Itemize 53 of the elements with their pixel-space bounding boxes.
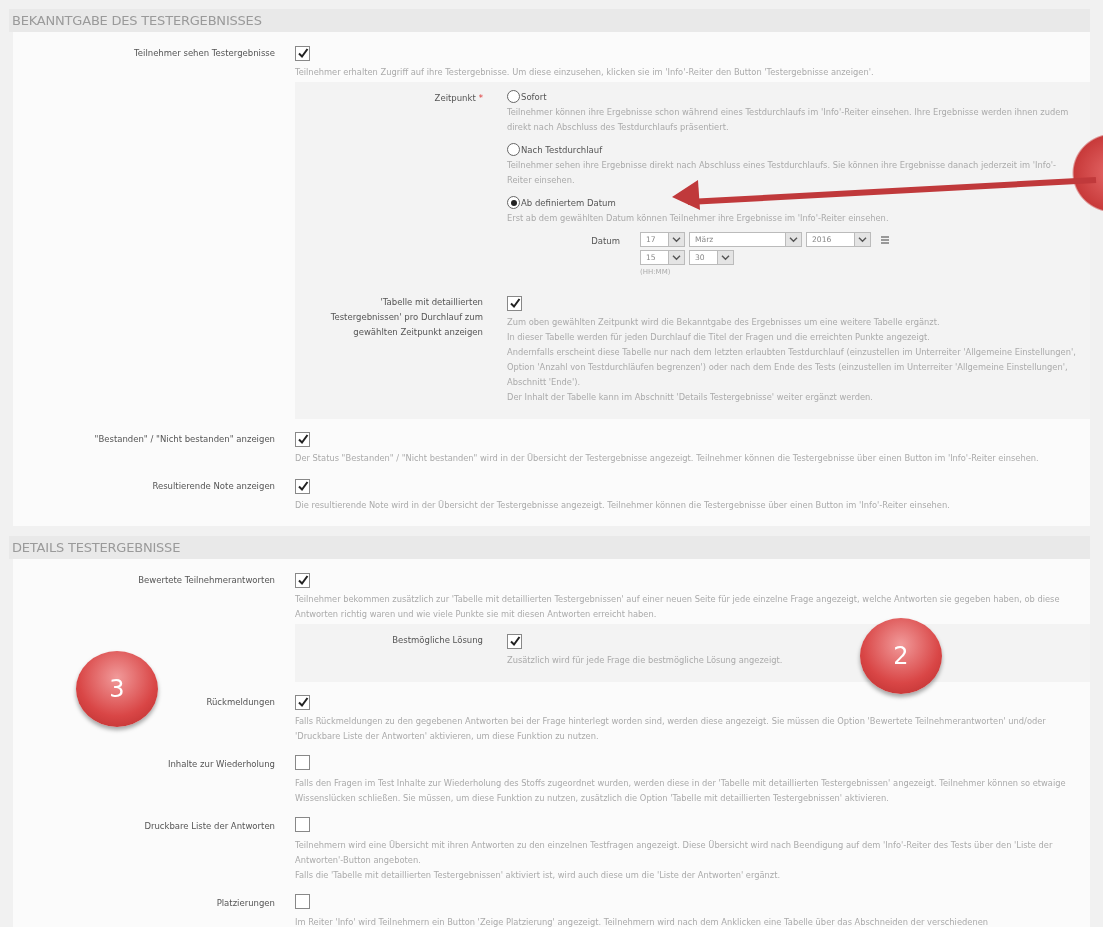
field-label: Zeitpunkt *: [433, 92, 484, 105]
date-label: Datum: [590, 235, 621, 248]
field-label: Bewertete Teilnehmerantworten: [137, 574, 276, 585]
field-label: Bestmögliche Lösung: [391, 634, 484, 647]
field-description: Der Status "Bestanden" / "Nicht bestanden" wird in der Übersicht der Testergebnisse angezeigt. Teilnehmer können die Testergebnisse über einen Button im 'Info'-Reiter einsehen.: [295, 452, 1039, 465]
section-header: BEKANNTGABE DES TESTERGEBNISSES: [9, 9, 1090, 32]
checkbox[interactable]: [295, 45, 310, 61]
section-header: DETAILS TESTERGEBNISSE: [9, 536, 1090, 559]
field-description: Falls Rückmeldungen zu den gegebenen Antworten bei der Frage hinterlegt worden sind, werden diese angezeigt. Sie müssen die Option 'Bewertete Teilnehmerantworten' und/oder 'Druckbare Liste der Antworten' aktivieren, um diese Funktion zu nutzen.: [295, 715, 1047, 743]
field-description: Andernfalls erscheint diese Tabelle nur nach dem letzten erlaubten Testdurchlauf (einzustellen im Unterreiter 'Allgemeine Einstellungen', Option 'Anzahl von Testdurchläufen begrenzen') oder nach dem Ende des Tests (einzustellen im Unterreiter 'Allgemeine Einstellungen', Abschnitt 'Ende').: [507, 346, 1076, 389]
chevron-icon: [668, 233, 684, 246]
chevron-icon: [668, 251, 684, 264]
chevron-icon: [717, 251, 733, 264]
field-description: Im Reiter 'Info' wird Teilnehmern ein Button 'Zeige Platzierung' angezeigt. Teilnehmern wird nach dem Anklicken eine Tabelle über das Abschneiden der verschiedenen: [295, 916, 988, 927]
checkbox[interactable]: [295, 478, 310, 494]
option-description: Teilnehmer können ihre Ergebnisse schon während eines Testdurchlaufs im 'Info'-Reiter einsehen. Ihre Ergebnisse werden ihnen zudem direkt nach Abschluss des Testdurchlaufs präsentiert.: [507, 106, 1070, 134]
field-description: Die resultierende Note wird in der Übersicht der Testergebnisse angezeigt. Teilnehmer können die Testergebnisse über einen Button im 'Info'-Reiter einsehen.: [295, 499, 950, 512]
checkbox[interactable]: [295, 431, 310, 447]
checkbox[interactable]: [295, 694, 310, 710]
checkbox[interactable]: [295, 572, 310, 588]
field-label: Rückmeldungen: [205, 696, 276, 707]
field-description: In dieser Tabelle werden für jeden Durchlauf die Titel der Fragen und die erreichten Punkte angezeigt.: [507, 331, 930, 344]
field-label: Teilnehmer sehen Testergebnisse: [133, 47, 276, 58]
radio-label[interactable]: Sofort: [521, 91, 547, 102]
chevron-icon: [854, 233, 870, 246]
field-description: Zum oben gewählten Zeitpunkt wird die Bekanntgabe des Ergebnisses um eine weitere Tabelle ergänzt.: [507, 316, 940, 329]
option-description: Teilnehmer sehen ihre Ergebnisse direkt nach Abschluss eines Testdurchlaufs. Sie können ihre Ergebnisse danach jederzeit im 'Info'-Reiter einsehen.: [507, 159, 1057, 187]
field-label: Druckbare Liste der Antworten: [143, 820, 276, 831]
checkbox[interactable]: [295, 894, 310, 909]
field-label: Inhalte zur Wiederholung: [166, 758, 276, 769]
checkbox[interactable]: [507, 633, 522, 649]
field-description: Der Inhalt der Tabelle kann im Abschnitt 'Details Testergebnisse' weiter ergänzt werden.: [507, 391, 873, 404]
radio-button[interactable]: [507, 196, 520, 209]
checkbox[interactable]: [295, 817, 310, 832]
field-description: Falls den Fragen im Test Inhalte zur Wiederholung des Stoffs zugeordnet wurden, werden diese in der 'Tabelle mit detaillierten Testergebnissen' angezeigt. Teilnehmer können so etwaige Wissenslücken schließen. Sie müssen, um diese Funktion zu nutzen, zusätzlich die Option 'Tabelle mit detaillierten Testergebnissen' aktivieren.: [295, 777, 1067, 805]
field-description: Teilnehmer bekommen zusätzlich zur 'Tabelle mit detaillierten Testergebnissen' auf einer neuen Seite für jede einzelne Frage angezeigt, welche Antworten sie gegeben haben, ob diese Antworten richtig waren und wie viele Punkte sie mit diesen Antworten erreicht haben.: [295, 593, 1061, 621]
chevron-icon: [785, 233, 801, 246]
field-description: Teilnehmern wird eine Übersicht mit ihren Antworten zu den einzelnen Testfragen angezeigt. Diese Übersicht wird nach Beendigung auf dem 'Info'-Reiter des Tests über den 'Liste der Antworten'-Button angeboten.: [295, 839, 1054, 867]
checkbox[interactable]: [507, 295, 522, 311]
field-description: Falls die 'Tabelle mit detaillierten Testergebnissen' aktiviert ist, wird auch diese um die 'Liste der Antworten' ergänzt.: [295, 869, 781, 882]
radio-button[interactable]: [507, 143, 520, 156]
required-marker: *: [478, 93, 483, 103]
field-description: Teilnehmer erhalten Zugriff auf ihre Testergebnisse. Um diese einzusehen, klicken sie im 'Info'-Reiter den Button 'Testergebnisse anzeigen'.: [295, 66, 874, 79]
checkbox[interactable]: [295, 755, 310, 770]
field-label: Resultierende Note anzeigen: [151, 480, 276, 491]
radio-label[interactable]: Ab definiertem Datum: [521, 197, 616, 208]
radio-label[interactable]: Nach Testdurchlauf: [521, 144, 603, 155]
option-description: Erst ab dem gewählten Datum können Teilnehmer ihre Ergebnisse im 'Info'-Reiter einsehen.: [507, 212, 889, 225]
field-label: 'Tabelle mit detaillierten Testergebnissen' pro Durchlauf zum gewählten Zeitpunkt anzeigen: [329, 296, 484, 339]
field-label: "Bestanden" / "Nicht bestanden" anzeigen: [93, 433, 276, 444]
radio-button[interactable]: [507, 90, 520, 103]
field-label: Platzierungen: [215, 897, 276, 908]
field-description: Zusätzlich wird für jede Frage die bestmögliche Lösung angezeigt.: [507, 654, 783, 667]
